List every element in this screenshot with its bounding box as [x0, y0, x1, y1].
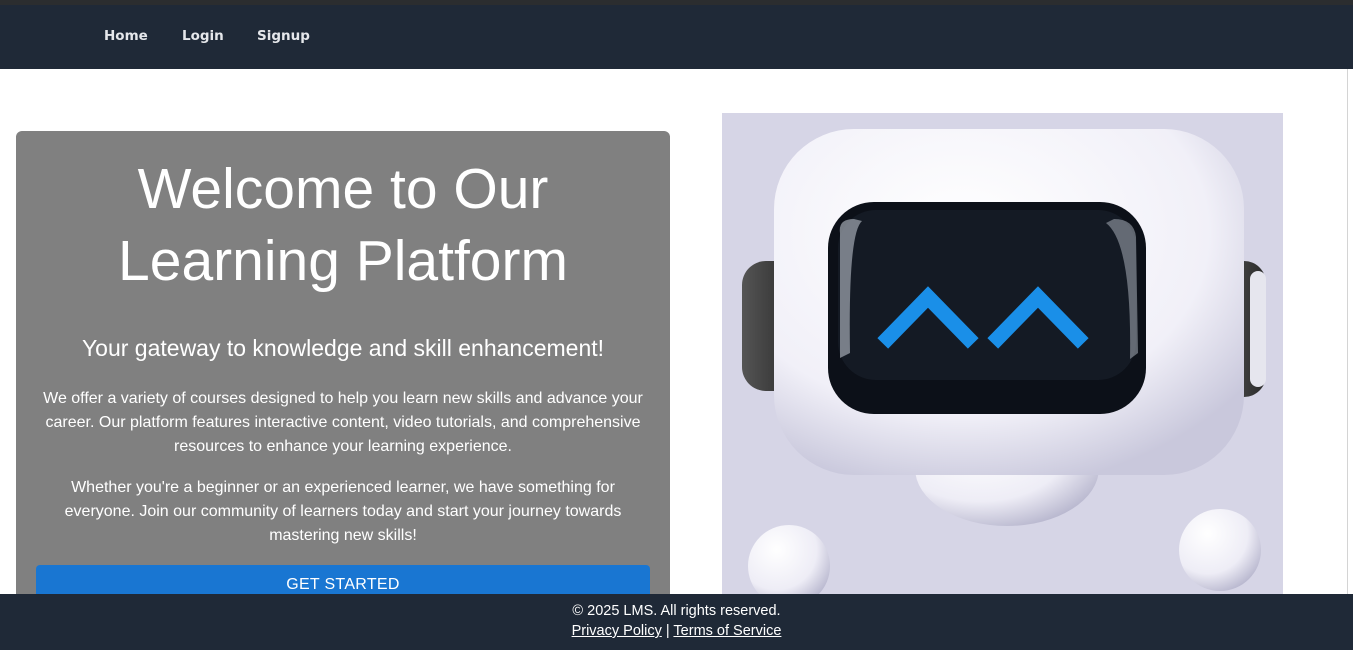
footer-separator: |	[665, 623, 670, 639]
copyright-text: © 2025 LMS. All rights reserved.	[572, 603, 781, 619]
page-scrollbar[interactable]	[1347, 69, 1353, 594]
hero-card: Welcome to Our Learning Platform Your ga…	[16, 131, 670, 611]
hero-title: Welcome to Our Learning Platform	[16, 153, 670, 297]
hero-title-line-1: Welcome to Our	[137, 157, 549, 221]
privacy-policy-link[interactable]: Privacy Policy	[572, 623, 662, 639]
nav-login-link[interactable]: Login	[182, 28, 224, 44]
hero-paragraph-courses: We offer a variety of courses designed t…	[43, 390, 643, 455]
terms-of-service-link[interactable]: Terms of Service	[673, 623, 781, 639]
nav-home-link[interactable]: Home	[104, 28, 148, 44]
hero-subtitle: Your gateway to knowledge and skill enha…	[81, 335, 605, 361]
nav-signup-link[interactable]: Signup	[257, 28, 310, 44]
page-footer: © 2025 LMS. All rights reserved. Privacy…	[0, 594, 1353, 650]
hero-title-line-2: Learning Platform	[118, 229, 568, 293]
top-navbar: Home Login Signup	[0, 5, 1353, 69]
robot-mascot-icon	[742, 129, 1266, 594]
footer-links: Privacy Policy | Terms of Service	[0, 623, 1353, 639]
robot-illustration	[722, 113, 1283, 594]
hero-paragraph-community: Whether you're a beginner or an experien…	[64, 479, 622, 544]
